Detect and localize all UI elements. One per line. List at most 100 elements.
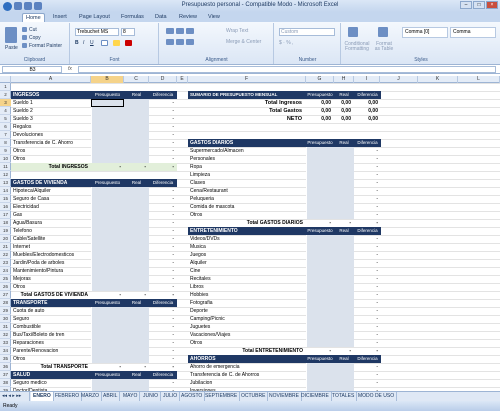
cut-button[interactable]: Cut [29, 27, 37, 33]
tab-data[interactable]: Data [152, 13, 170, 22]
row-header[interactable]: 33 [0, 339, 11, 347]
number-format-select[interactable]: Custom [279, 28, 335, 36]
input-area[interactable] [306, 147, 354, 219]
row-header[interactable]: 17 [0, 211, 11, 219]
row-header[interactable]: 9 [0, 147, 11, 155]
conditional-formatting-icon[interactable] [348, 27, 358, 37]
copy-button[interactable]: Copy [29, 35, 41, 41]
row-header[interactable]: 15 [0, 195, 11, 203]
save-icon[interactable] [14, 2, 22, 10]
sheet-nav-arrows[interactable]: ◂◂ ◂ ▸ ▸▸ [0, 392, 30, 401]
column-header[interactable]: I [354, 76, 380, 83]
input-area[interactable] [91, 99, 149, 163]
currency-button[interactable]: $ · % , [279, 40, 293, 46]
sheet-tab[interactable]: JULIO [161, 392, 181, 401]
close-button[interactable]: × [486, 1, 498, 9]
font-size-select[interactable]: 8 [121, 28, 135, 36]
align-top-icon[interactable] [166, 28, 174, 34]
tab-home[interactable]: Home [22, 13, 45, 22]
row-header[interactable]: 25 [0, 275, 11, 283]
sheet-tab[interactable]: ABRIL [101, 392, 121, 401]
font-name-select[interactable]: Trebuchet MS [75, 28, 119, 36]
column-header[interactable]: D [149, 76, 177, 83]
tab-formulas[interactable]: Formulas [118, 13, 147, 22]
input-area[interactable] [91, 307, 149, 363]
paste-icon[interactable] [5, 27, 17, 43]
column-header[interactable]: J [380, 76, 418, 83]
column-header[interactable]: A [11, 76, 91, 83]
tab-review[interactable]: Review [176, 13, 200, 22]
sheet-tab[interactable]: AGOSTO [179, 392, 206, 401]
tab-page-layout[interactable]: Page Layout [76, 13, 113, 22]
row-header[interactable]: 14 [0, 187, 11, 195]
tab-insert[interactable]: Insert [50, 13, 70, 22]
row-header[interactable]: 16 [0, 203, 11, 211]
row-header[interactable]: 22 [0, 251, 11, 259]
row-header[interactable]: 28 [0, 299, 11, 307]
minimize-button[interactable]: – [460, 1, 472, 9]
column-header[interactable]: G [306, 76, 334, 83]
row-header[interactable]: 18 [0, 219, 11, 227]
sheet-tab[interactable]: DICIEMBRE [299, 392, 332, 401]
row-header[interactable]: 31 [0, 323, 11, 331]
row-header[interactable]: 2 [0, 91, 11, 99]
column-header[interactable]: L [458, 76, 500, 83]
row-header[interactable]: 29 [0, 307, 11, 315]
row-header[interactable]: 20 [0, 235, 11, 243]
conditional-formatting-button[interactable]: Conditional Formatting [343, 42, 371, 52]
row-header[interactable]: 23 [0, 259, 11, 267]
row-header[interactable]: 32 [0, 331, 11, 339]
selected-cell[interactable] [91, 99, 124, 107]
sheet-tab[interactable]: OCTUBRE [239, 392, 269, 401]
sheet-tab[interactable]: JUNIO [141, 392, 161, 401]
row-header[interactable]: 37 [0, 371, 11, 379]
row-header[interactable]: 11 [0, 163, 11, 171]
italic-button[interactable]: I [83, 40, 84, 46]
align-center-icon[interactable] [176, 39, 184, 45]
row-header[interactable]: 10 [0, 155, 11, 163]
row-header[interactable]: 21 [0, 243, 11, 251]
sheet-tab[interactable]: MARZO [79, 392, 103, 401]
format-as-table-button[interactable]: Format as Table [373, 42, 395, 52]
input-area[interactable] [306, 363, 354, 391]
sheet-tab[interactable]: FEBRERO [53, 392, 83, 401]
row-header[interactable]: 35 [0, 355, 11, 363]
input-area[interactable] [91, 187, 149, 291]
bold-button[interactable]: B [75, 40, 79, 46]
row-header[interactable]: 4 [0, 107, 11, 115]
cut-icon[interactable] [22, 27, 27, 32]
sheet-tab[interactable]: MAYO [121, 392, 141, 401]
align-left-icon[interactable] [166, 39, 174, 45]
row-header[interactable]: 30 [0, 315, 11, 323]
align-middle-icon[interactable] [176, 28, 184, 34]
sheet-tab[interactable]: NOVIEMBRE [267, 392, 303, 401]
sheet-tab[interactable]: MODO DE USO [356, 392, 398, 401]
borders-icon[interactable] [101, 40, 108, 46]
column-header[interactable]: H [334, 76, 354, 83]
row-header[interactable]: 36 [0, 363, 11, 371]
worksheet-grid[interactable]: INGRESOS Presupuesto Real Diferencia Sueldo … [11, 83, 500, 391]
merge-center-button[interactable]: Merge & Center [226, 39, 261, 45]
wrap-text-button[interactable]: Wrap Text [226, 28, 248, 34]
row-header[interactable]: 6 [0, 123, 11, 131]
format-as-table-icon[interactable] [378, 27, 388, 37]
row-header[interactable]: 5 [0, 115, 11, 123]
row-header[interactable]: 3 [0, 99, 11, 107]
sheet-tab[interactable]: ENERO [31, 392, 54, 401]
select-all-corner[interactable] [0, 76, 11, 83]
column-header[interactable]: E [177, 76, 188, 83]
row-header[interactable]: 7 [0, 131, 11, 139]
maximize-button[interactable]: □ [473, 1, 485, 9]
input-area[interactable] [91, 379, 149, 391]
redo-icon[interactable] [34, 2, 42, 10]
row-header[interactable]: 27 [0, 291, 11, 299]
office-button-icon[interactable] [3, 2, 12, 11]
align-right-icon[interactable] [186, 39, 194, 45]
align-bottom-icon[interactable] [186, 28, 194, 34]
copy-icon[interactable] [22, 35, 27, 40]
row-header[interactable]: 34 [0, 347, 11, 355]
sheet-tab[interactable]: TOTALES [330, 392, 358, 401]
row-header[interactable]: 24 [0, 267, 11, 275]
column-header[interactable]: F [188, 76, 306, 83]
paste-button[interactable]: Paste [5, 45, 18, 51]
